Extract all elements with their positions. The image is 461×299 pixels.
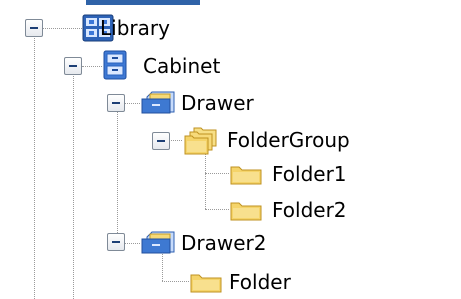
tree-connector-line bbox=[82, 66, 102, 67]
tree-connector-line bbox=[124, 103, 140, 104]
folder-icon bbox=[230, 202, 262, 221]
drawer-icon bbox=[141, 231, 175, 254]
folder-icon bbox=[230, 166, 262, 185]
collapse-toggle-drawer[interactable] bbox=[107, 94, 125, 112]
folder-group-icon bbox=[184, 127, 217, 155]
tree-connector-line bbox=[124, 243, 140, 244]
tree-node-folder2[interactable]: Folder2 bbox=[272, 198, 347, 222]
tree-node-drawer2[interactable]: Drawer2 bbox=[181, 231, 267, 255]
tree-node-folder-group[interactable]: FolderGroup bbox=[227, 128, 350, 152]
tree-node-drawer[interactable]: Drawer bbox=[181, 91, 254, 115]
top-accent-strip bbox=[86, 0, 200, 5]
tree-connector-line bbox=[205, 152, 206, 209]
collapse-toggle-library[interactable] bbox=[25, 19, 43, 37]
tree-connector-line bbox=[42, 28, 82, 29]
tree-node-folder1[interactable]: Folder1 bbox=[272, 162, 347, 186]
tree-connector-line bbox=[205, 173, 229, 174]
drawer-icon bbox=[141, 91, 175, 114]
collapse-toggle-drawer2[interactable] bbox=[107, 233, 125, 251]
tree-connector-line bbox=[34, 38, 35, 299]
tree-node-library[interactable]: Library bbox=[100, 16, 170, 40]
tree-connector-line bbox=[168, 140, 182, 141]
tree-node-folder[interactable]: Folder bbox=[229, 270, 291, 294]
tree-connector-line bbox=[73, 76, 74, 299]
tree-connector-line bbox=[205, 209, 229, 210]
cabinet-icon bbox=[103, 50, 127, 80]
collapse-toggle-cabinet[interactable] bbox=[64, 57, 82, 75]
folder-icon bbox=[190, 274, 222, 293]
collapse-toggle-folder-group[interactable] bbox=[152, 132, 170, 150]
tree-connector-line bbox=[117, 111, 118, 243]
tree-view: Library Cabinet Drawer FolderGroup Folde… bbox=[0, 0, 461, 299]
tree-connector-line bbox=[162, 281, 189, 282]
tree-node-cabinet[interactable]: Cabinet bbox=[143, 54, 220, 78]
